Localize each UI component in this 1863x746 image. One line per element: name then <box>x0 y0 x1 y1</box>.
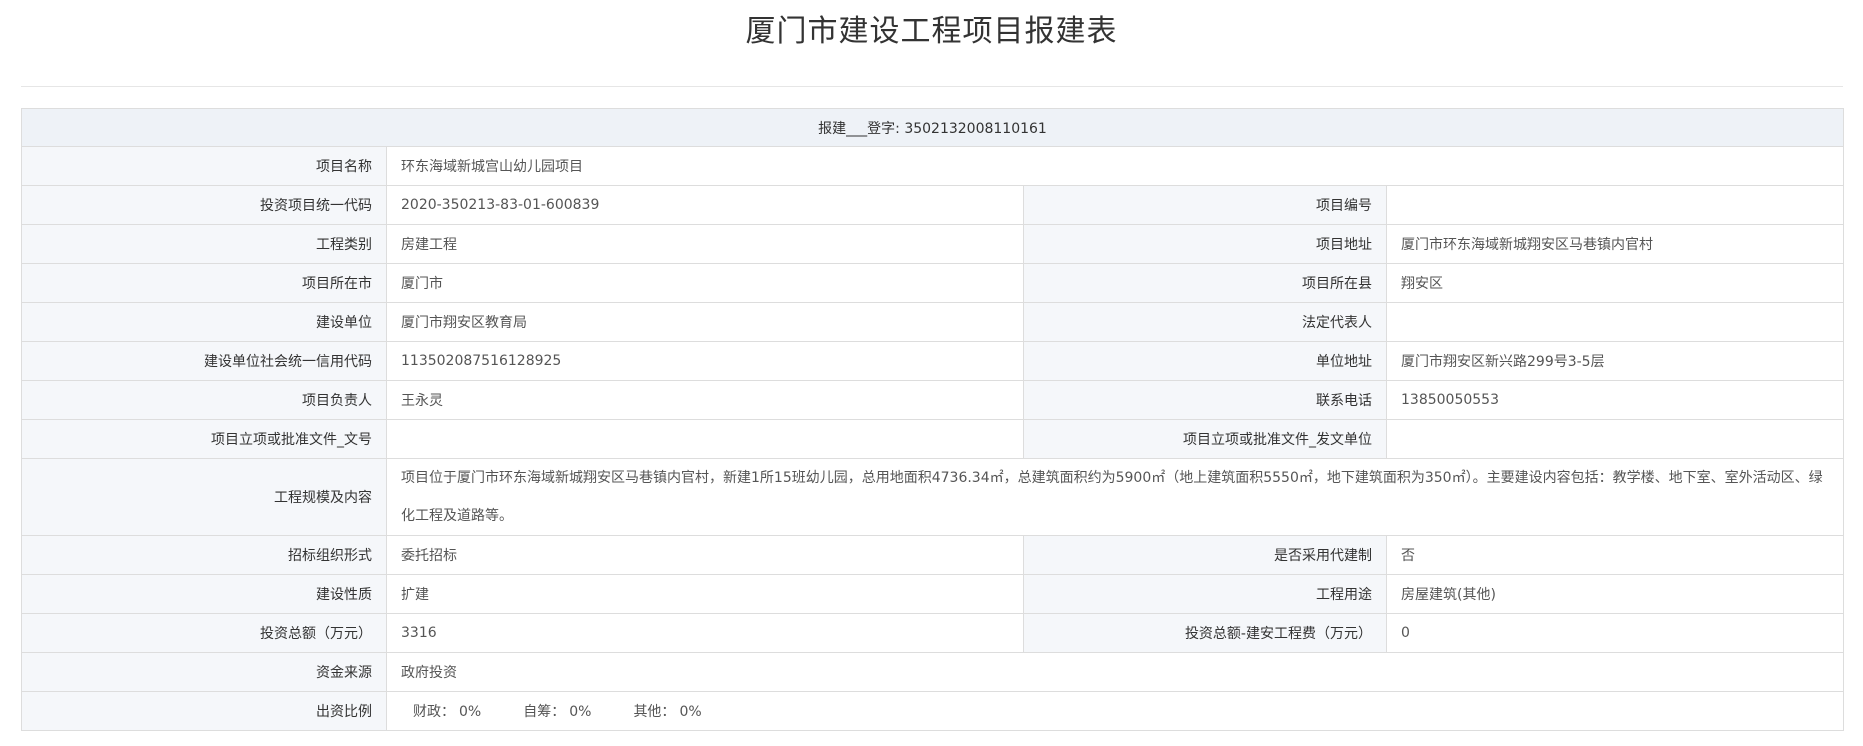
registration-number: 报建___登字: 3502132008110161 <box>21 108 1844 147</box>
unit-address-value: 厦门市翔安区新兴路299号3-5层 <box>1386 341 1844 381</box>
credit-code-label: 建设单位社会统一信用代码 <box>21 341 387 381</box>
approval-no-value <box>386 419 1024 459</box>
credit-code-value: 113502087516128925 <box>386 341 1024 381</box>
table-row: 建设单位 厦门市翔安区教育局 法定代表人 <box>21 302 1844 342</box>
bidding-label: 招标组织形式 <box>21 535 387 575</box>
install-invest-value: 0 <box>1386 613 1844 653</box>
unit-address-label: 单位地址 <box>1023 341 1387 381</box>
other-label: 其他： <box>633 704 676 720</box>
self-value: 0% <box>569 704 592 720</box>
table-row: 工程类别 房建工程 项目地址 厦门市环东海域新城翔安区马巷镇内官村 <box>21 224 1844 264</box>
table-row: 建设单位社会统一信用代码 113502087516128925 单位地址 厦门市… <box>21 341 1844 381</box>
builder-label: 建设单位 <box>21 302 387 342</box>
ratio-value: 财政： 0% 自筹： 0% 其他： 0% <box>386 691 1844 731</box>
phone-value: 13850050553 <box>1386 380 1844 420</box>
bidding-value: 委托招标 <box>386 535 1024 575</box>
fund-source-label: 资金来源 <box>21 652 387 692</box>
total-invest-value: 3316 <box>386 613 1024 653</box>
phone-label: 联系电话 <box>1023 380 1387 420</box>
manager-label: 项目负责人 <box>21 380 387 420</box>
other-value: 0% <box>679 704 702 720</box>
fund-source-value: 政府投资 <box>386 652 1844 692</box>
category-label: 工程类别 <box>21 224 387 264</box>
approval-no-label: 项目立项或批准文件_文号 <box>21 419 387 459</box>
table-row: 工程规模及内容 项目位于厦门市环东海域新城翔安区马巷镇内官村，新建1所15班幼儿… <box>21 458 1844 536</box>
table-row: 项目所在市 厦门市 项目所在县 翔安区 <box>21 263 1844 303</box>
page: 厦门市建设工程项目报建表 报建___登字: 3502132008110161 项… <box>0 0 1863 746</box>
ratio-label: 出资比例 <box>21 691 387 731</box>
invest-code-value: 2020-350213-83-01-600839 <box>386 185 1024 225</box>
address-label: 项目地址 <box>1023 224 1387 264</box>
category-value: 房建工程 <box>386 224 1024 264</box>
county-label: 项目所在县 <box>1023 263 1387 303</box>
nature-label: 建设性质 <box>21 574 387 614</box>
agency-label: 是否采用代建制 <box>1023 535 1387 575</box>
nature-value: 扩建 <box>386 574 1024 614</box>
address-value: 厦门市环东海域新城翔安区马巷镇内官村 <box>1386 224 1844 264</box>
legal-rep-value <box>1386 302 1844 342</box>
project-no-value <box>1386 185 1844 225</box>
fiscal-value: 0% <box>459 704 482 720</box>
approval-unit-value <box>1386 419 1844 459</box>
project-no-label: 项目编号 <box>1023 185 1387 225</box>
table-row: 投资总额（万元） 3316 投资总额-建安工程费（万元） 0 <box>21 613 1844 653</box>
builder-value: 厦门市翔安区教育局 <box>386 302 1024 342</box>
total-invest-label: 投资总额（万元） <box>21 613 387 653</box>
legal-rep-label: 法定代表人 <box>1023 302 1387 342</box>
city-label: 项目所在市 <box>21 263 387 303</box>
manager-value: 王永灵 <box>386 380 1024 420</box>
self-label: 自筹： <box>523 704 566 720</box>
page-title: 厦门市建设工程项目报建表 <box>745 14 1118 49</box>
fiscal-label: 财政： <box>413 704 455 720</box>
invest-code-label: 投资项目统一代码 <box>21 185 387 225</box>
project-name-value: 环东海域新城宫山幼儿园项目 <box>386 146 1844 186</box>
project-registration-table: 报建___登字: 3502132008110161 项目名称 环东海域新城宫山幼… <box>21 108 1844 731</box>
table-row: 资金来源 政府投资 <box>21 652 1844 692</box>
install-invest-label: 投资总额-建安工程费（万元） <box>1023 613 1387 653</box>
usage-label: 工程用途 <box>1023 574 1387 614</box>
agency-value: 否 <box>1386 535 1844 575</box>
usage-value: 房屋建筑(其他) <box>1386 574 1844 614</box>
table-row: 招标组织形式 委托招标 是否采用代建制 否 <box>21 535 1844 575</box>
approval-unit-label: 项目立项或批准文件_发文单位 <box>1023 419 1387 459</box>
county-value: 翔安区 <box>1386 263 1844 303</box>
table-header-row: 报建___登字: 3502132008110161 <box>21 108 1844 147</box>
scale-label: 工程规模及内容 <box>21 458 387 536</box>
table-row: 建设性质 扩建 工程用途 房屋建筑(其他) <box>21 574 1844 614</box>
city-value: 厦门市 <box>386 263 1024 303</box>
table-row: 项目负责人 王永灵 联系电话 13850050553 <box>21 380 1844 420</box>
table-row: 出资比例 财政： 0% 自筹： 0% 其他： 0% <box>21 691 1844 731</box>
table-row: 项目名称 环东海域新城宫山幼儿园项目 <box>21 146 1844 186</box>
title-divider <box>21 86 1843 87</box>
table-row: 项目立项或批准文件_文号 项目立项或批准文件_发文单位 <box>21 419 1844 459</box>
scale-value: 项目位于厦门市环东海域新城翔安区马巷镇内官村，新建1所15班幼儿园，总用地面积4… <box>386 458 1844 536</box>
table-row: 投资项目统一代码 2020-350213-83-01-600839 项目编号 <box>21 185 1844 225</box>
project-name-label: 项目名称 <box>21 146 387 186</box>
